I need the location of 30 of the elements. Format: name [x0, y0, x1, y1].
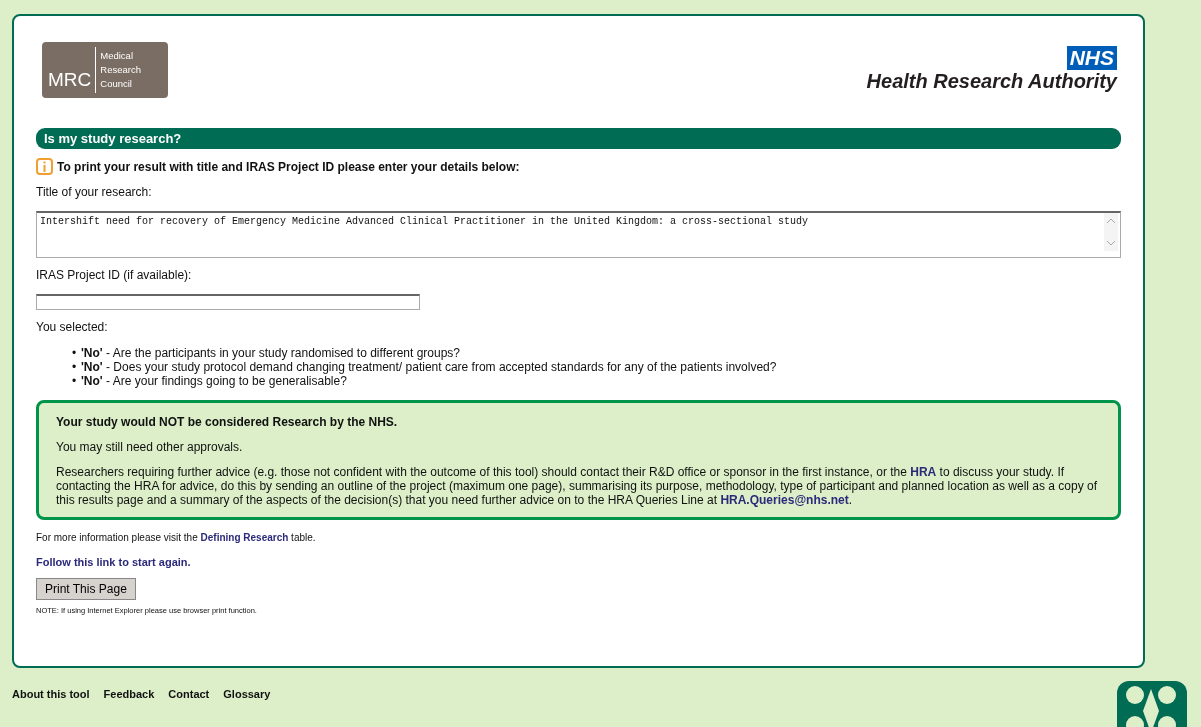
field-label: IRAS Project ID (if available):: [36, 268, 193, 282]
print-button[interactable]: Print This Page: [36, 578, 136, 600]
field-label: Title of your research:: [36, 185, 153, 199]
result-heading: Your study would NOT be considered Research by the NHS.: [56, 415, 399, 429]
restart-link[interactable]: Follow this link to start again.: [36, 556, 191, 568]
scrollbar-icon[interactable]: [1104, 213, 1118, 251]
bullet: •: [72, 374, 78, 388]
organisation-name: Health Research Authority: [866, 70, 1117, 93]
iras-field[interactable]: [36, 294, 420, 310]
info-icon: [36, 158, 53, 175]
footer-link[interactable]: Feedback: [103, 688, 155, 700]
link[interactable]: Defining Research: [200, 532, 289, 543]
title-bar: Is my study research?: [36, 128, 1121, 149]
bullet: •: [72, 346, 78, 360]
result-note: You may still need other approvals.: [56, 440, 244, 454]
bullet: •: [72, 360, 78, 374]
answer-item: 'No' - Are your findings going to be generalisable?: [81, 374, 347, 388]
footer-link[interactable]: Contact: [168, 688, 210, 700]
answer-item: 'No' - Are the participants in your study randomised to different groups?: [81, 346, 460, 360]
answer-item: 'No' - Does your study protocol demand changing treatment/ patient care from accepted standards for any of the patients involved?: [81, 360, 777, 374]
link[interactable]: HRA.Queries@nhs.net: [720, 493, 849, 507]
notice-text: To print your result with title and IRAS Project ID please enter your details below:: [57, 159, 520, 174]
selected-label: You selected:: [36, 320, 109, 334]
more-info-text: For more information please visit the Defining Research table.: [36, 532, 317, 543]
advice-paragraph: Researchers requiring further advice (e.g. those not confident with the outcome of this tool) should contact their R&D office or sponsor in the first instance, or the HRA to discuss your study. If contacting the HRA for advice, do this by sending an outline of the project (maximum one page), summarising its purpose, methodology, type of participant and planned location as well as a copy of this results page and a summary of the aspects of the decision(s) that you need further advice on to the HRA Queries Line at HRA.Queries@nhs.net.: [56, 465, 1099, 507]
footer-link[interactable]: About this tool: [12, 688, 90, 700]
link[interactable]: HRA: [910, 465, 937, 479]
footer-link[interactable]: Glossary: [223, 688, 271, 700]
nhs-logo: NHS: [1066, 46, 1117, 70]
title-field[interactable]: Intershift need for recovery of Emergency Medicine Advanced Clinical Practitioner in the United Kingdom: a cross-sectional study: [36, 211, 1121, 258]
